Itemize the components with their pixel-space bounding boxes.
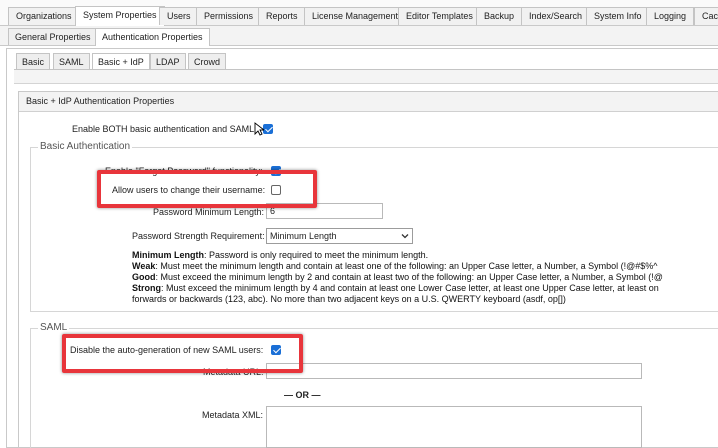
- auth-method-tabs: Basic SAML Basic + IdP LDAP Crowd: [14, 52, 718, 70]
- tab-backup[interactable]: Backup: [476, 7, 523, 25]
- tab-permissions[interactable]: Permissions: [196, 7, 262, 25]
- disable-autogen-label: Disable the auto-generation of new SAML …: [70, 345, 264, 355]
- tab-users[interactable]: Users: [159, 7, 199, 25]
- change-username-checkbox[interactable]: [271, 185, 281, 195]
- tab-cache[interactable]: Cac: [694, 7, 718, 25]
- toolbar-strip: [14, 70, 718, 84]
- strength-label: Password Strength Requirement:: [132, 231, 265, 241]
- tab-license-management[interactable]: License Management: [304, 7, 407, 25]
- or-divider: — OR —: [284, 390, 321, 400]
- strength-desc-good: Good: Must exceed the minimum length by …: [132, 272, 663, 282]
- strength-select[interactable]: Minimum Length: [266, 228, 413, 244]
- saml-legend: SAML: [38, 322, 70, 334]
- tab-basic[interactable]: Basic: [16, 53, 51, 70]
- tab-reports[interactable]: Reports: [258, 7, 306, 25]
- tab-ldap[interactable]: LDAP: [150, 53, 186, 70]
- tab-basic-idp[interactable]: Basic + IdP: [92, 53, 150, 70]
- strength-desc-min: Minimum Length: Password is only require…: [132, 250, 429, 260]
- strength-selected-value: Minimum Length: [270, 231, 337, 241]
- change-username-label: Allow users to change their username:: [112, 185, 266, 195]
- tab-system-info[interactable]: System Info: [586, 7, 650, 25]
- disable-autogen-checkbox[interactable]: [271, 345, 281, 355]
- section-title: Basic + IdP Authentication Properties: [19, 92, 718, 112]
- tab-saml[interactable]: SAML: [53, 53, 90, 70]
- forgot-password-label: Enable "Forgot Password" functionality:: [105, 166, 263, 176]
- metadata-url-input[interactable]: [266, 363, 642, 379]
- tab-general-properties[interactable]: General Properties: [8, 28, 98, 45]
- min-length-label: Password Minimum Length:: [153, 207, 265, 217]
- tab-index-search[interactable]: Index/Search: [521, 7, 591, 25]
- tab-organizations[interactable]: Organizations: [8, 7, 80, 25]
- strength-desc-weak: Weak: Must meet the minimum length and c…: [132, 261, 658, 271]
- tab-authentication-properties[interactable]: Authentication Properties: [95, 28, 210, 46]
- tab-system-properties[interactable]: System Properties: [75, 6, 165, 26]
- forgot-password-checkbox[interactable]: [271, 166, 281, 176]
- tab-crowd[interactable]: Crowd: [188, 53, 227, 70]
- enable-both-checkbox[interactable]: [263, 124, 273, 134]
- min-length-input[interactable]: [266, 203, 383, 219]
- strength-desc-strong: Strong: Must exceed the minimum length b…: [132, 283, 659, 293]
- tab-editor-templates[interactable]: Editor Templates: [398, 7, 481, 25]
- metadata-xml-label: Metadata XML:: [202, 410, 264, 420]
- metadata-url-label: Metadata URL:: [203, 367, 264, 377]
- sub-tab-bar: General Properties Authentication Proper…: [0, 26, 718, 46]
- chevron-down-icon: [401, 234, 409, 239]
- enable-both-label: Enable BOTH basic authentication and SAM…: [72, 124, 257, 134]
- top-tab-bar: Organizations System Properties Users Pe…: [0, 0, 718, 26]
- strength-desc-strong-cont: forwards or backwards (123, abc). No mor…: [132, 294, 566, 304]
- basic-auth-legend: Basic Authentication: [38, 141, 133, 153]
- metadata-xml-textarea[interactable]: [266, 406, 642, 448]
- mouse-cursor-icon: [254, 122, 264, 136]
- tab-logging[interactable]: Logging: [646, 7, 695, 25]
